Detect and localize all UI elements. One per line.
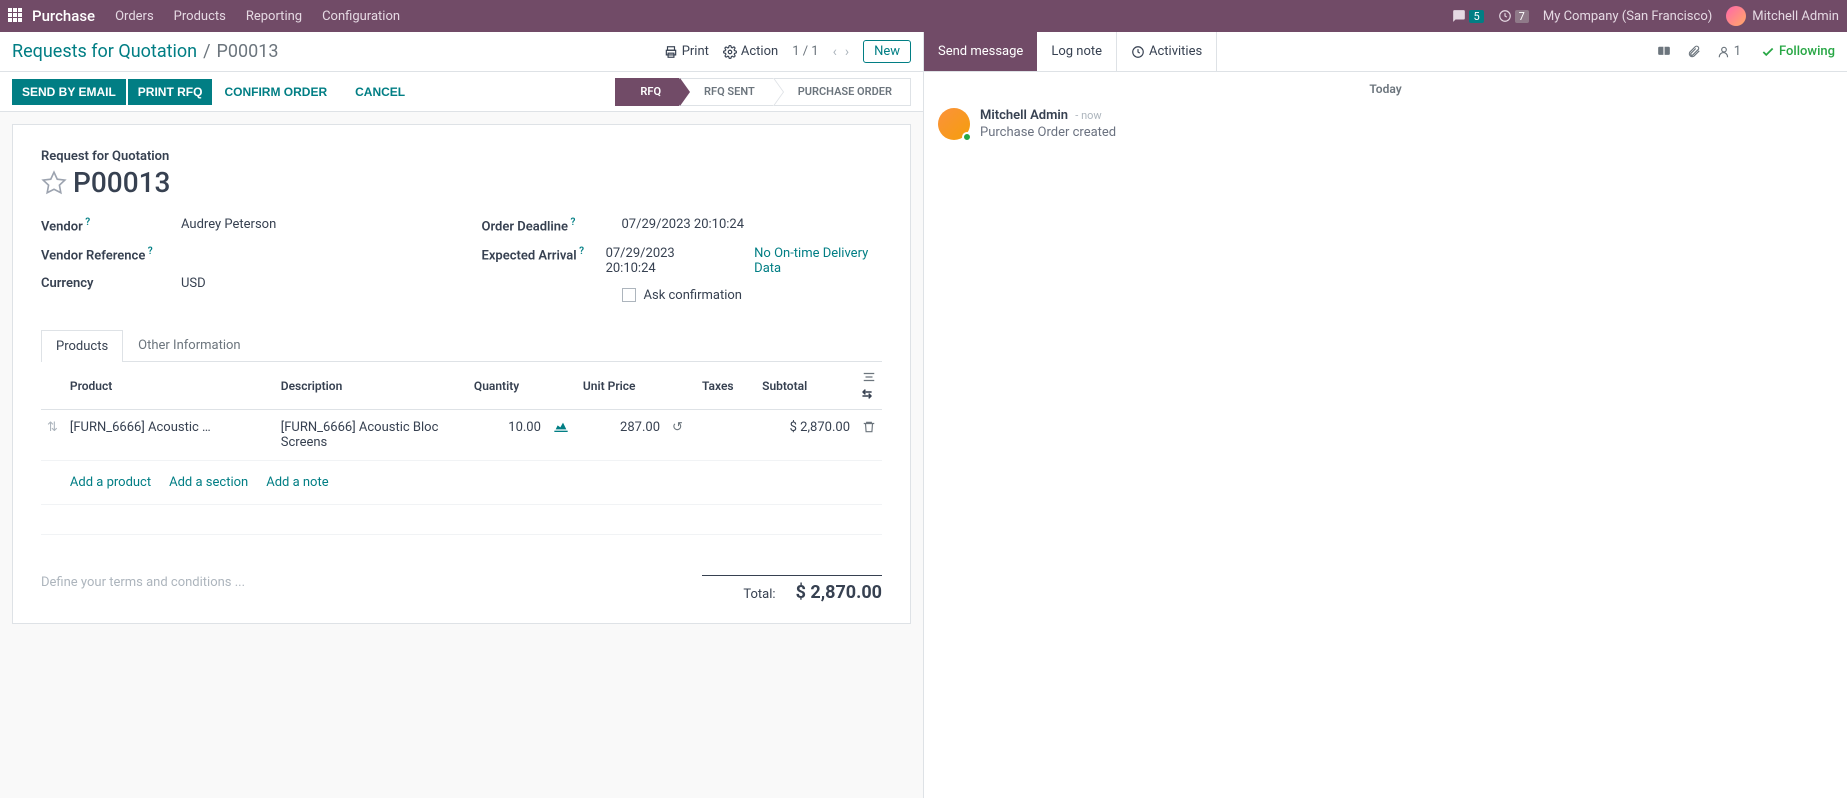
cell-quantity[interactable]: 10.00 <box>468 410 547 461</box>
chat-icon[interactable]: 5 <box>1452 9 1483 23</box>
send-by-email-button[interactable]: SEND BY EMAIL <box>12 79 126 105</box>
help-icon[interactable]: ? <box>568 217 575 228</box>
order-lines-table: Product Description Quantity Unit Price … <box>41 362 882 535</box>
star-icon[interactable] <box>41 170 67 196</box>
cell-description[interactable]: [FURN_6666] Acoustic Bloc Screens <box>275 410 468 461</box>
table-row[interactable]: ⇅ [FURN_6666] Acoustic … [FURN_6666] Aco… <box>41 410 882 461</box>
th-quantity: Quantity <box>468 362 547 410</box>
tabs: Products Other Information <box>41 329 882 362</box>
pager-prev-icon[interactable]: ‹ <box>833 44 837 60</box>
delete-row-icon[interactable] <box>856 410 882 461</box>
chatter-panel: Send message Log note Activities 1 Follo… <box>923 32 1847 798</box>
cell-product[interactable]: [FURN_6666] Acoustic … <box>64 410 275 461</box>
help-icon[interactable]: ? <box>577 246 584 257</box>
field-arrival[interactable]: 07/29/2023 20:10:24 <box>606 246 715 276</box>
top-nav: Purchase Orders Products Reporting Confi… <box>0 0 1847 32</box>
add-section-link[interactable]: Add a section <box>169 475 248 490</box>
nav-products[interactable]: Products <box>174 9 226 24</box>
ask-confirmation-checkbox[interactable] <box>622 288 636 302</box>
user-menu[interactable]: Mitchell Admin <box>1726 6 1839 26</box>
cell-taxes[interactable] <box>696 410 756 461</box>
th-taxes: Taxes <box>696 362 756 410</box>
pager: 1 / 1 <box>792 44 818 59</box>
chatter-toolbar: Send message Log note Activities 1 Follo… <box>924 32 1847 72</box>
book-icon[interactable] <box>1649 45 1679 59</box>
label-vendor-ref: Vendor Reference ? <box>41 246 181 263</box>
action-button[interactable]: Action <box>723 44 778 59</box>
print-button[interactable]: Print <box>664 44 709 59</box>
confirm-order-button[interactable]: CONFIRM ORDER <box>214 79 337 105</box>
terms-input[interactable]: Define your terms and conditions ... <box>41 575 702 603</box>
stage-rfq-sent[interactable]: RFQ SENT <box>679 78 774 106</box>
th-product: Product <box>64 362 275 410</box>
help-icon[interactable]: ? <box>83 217 90 228</box>
total-value: $ 2,870.00 <box>796 582 882 603</box>
pager-next-icon[interactable]: › <box>845 44 849 60</box>
chat-badge: 5 <box>1469 10 1483 23</box>
drag-handle-icon[interactable]: ⇅ <box>41 410 64 461</box>
company-selector[interactable]: My Company (San Francisco) <box>1543 9 1712 24</box>
cell-subtotal: $ 2,870.00 <box>756 410 856 461</box>
log-note-button[interactable]: Log note <box>1037 32 1117 71</box>
help-icon[interactable]: ? <box>145 246 152 257</box>
field-deadline[interactable]: 07/29/2023 20:10:24 <box>622 217 745 232</box>
attachment-icon[interactable] <box>1679 45 1709 59</box>
status-bar: SEND BY EMAIL PRINT RFQ CONFIRM ORDER CA… <box>0 72 923 112</box>
total-label: Total: <box>743 587 775 602</box>
field-vendor[interactable]: Audrey Peterson <box>181 217 276 232</box>
nav-orders[interactable]: Orders <box>115 9 154 24</box>
add-note-link[interactable]: Add a note <box>266 475 328 490</box>
th-unit-price: Unit Price <box>577 362 666 410</box>
new-button[interactable]: New <box>863 40 911 63</box>
breadcrumb-root[interactable]: Requests for Quotation <box>12 41 197 62</box>
forecast-icon[interactable] <box>547 410 577 461</box>
app-brand[interactable]: Purchase <box>32 7 95 25</box>
followers-count[interactable]: 1 <box>1709 44 1749 59</box>
send-message-button[interactable]: Send message <box>924 32 1037 71</box>
status-chevrons: RFQ RFQ SENT PURCHASE ORDER <box>616 78 911 106</box>
record-name: P00013 <box>73 166 170 199</box>
clock-badge: 7 <box>1515 10 1529 23</box>
breadcrumb-current: P00013 <box>217 41 279 62</box>
avatar-icon <box>938 108 970 140</box>
label-ask-confirmation: Ask confirmation <box>644 288 743 303</box>
breadcrumb-sep: / <box>203 41 210 62</box>
tab-products[interactable]: Products <box>41 330 123 362</box>
message-author[interactable]: Mitchell Admin <box>980 108 1068 123</box>
nav-reporting[interactable]: Reporting <box>246 9 302 24</box>
online-status-icon <box>962 132 972 142</box>
form-sheet: Request for Quotation P00013 Vendor ? Au… <box>12 124 911 624</box>
clock-icon[interactable]: 7 <box>1498 9 1529 23</box>
activities-button[interactable]: Activities <box>1117 32 1217 71</box>
th-description: Description <box>275 362 468 410</box>
apps-icon[interactable] <box>8 8 24 24</box>
no-delivery-data-link[interactable]: No On-time Delivery Data <box>754 246 882 276</box>
history-icon[interactable]: ↺ <box>666 410 696 461</box>
nav-configuration[interactable]: Configuration <box>322 9 400 24</box>
th-subtotal: Subtotal <box>756 362 856 410</box>
stage-rfq[interactable]: RFQ <box>615 78 680 106</box>
breadcrumb-bar: Requests for Quotation / P00013 Print Ac… <box>0 32 923 72</box>
print-rfq-button[interactable]: PRINT RFQ <box>128 79 213 105</box>
following-button[interactable]: Following <box>1749 44 1847 59</box>
user-name: Mitchell Admin <box>1752 9 1839 24</box>
message-day-separator: Today <box>924 72 1847 100</box>
field-currency[interactable]: USD <box>181 276 206 291</box>
avatar-icon <box>1726 6 1746 26</box>
form-subtitle: Request for Quotation <box>41 149 882 164</box>
th-settings[interactable]: ⇆ <box>856 362 882 410</box>
stage-purchase-order[interactable]: PURCHASE ORDER <box>773 78 911 106</box>
label-currency: Currency <box>41 276 181 291</box>
label-deadline: Order Deadline ? <box>482 217 622 234</box>
message-time: - now <box>1075 109 1101 122</box>
tab-other-information[interactable]: Other Information <box>123 329 255 361</box>
cancel-button[interactable]: CANCEL <box>345 79 415 105</box>
label-arrival: Expected Arrival ? <box>482 246 606 263</box>
message-body: Purchase Order created <box>980 125 1116 140</box>
cell-unit-price[interactable]: 287.00 <box>577 410 666 461</box>
label-vendor: Vendor ? <box>41 217 181 234</box>
add-product-link[interactable]: Add a product <box>70 475 151 490</box>
message: Mitchell Admin - now Purchase Order crea… <box>924 100 1847 148</box>
